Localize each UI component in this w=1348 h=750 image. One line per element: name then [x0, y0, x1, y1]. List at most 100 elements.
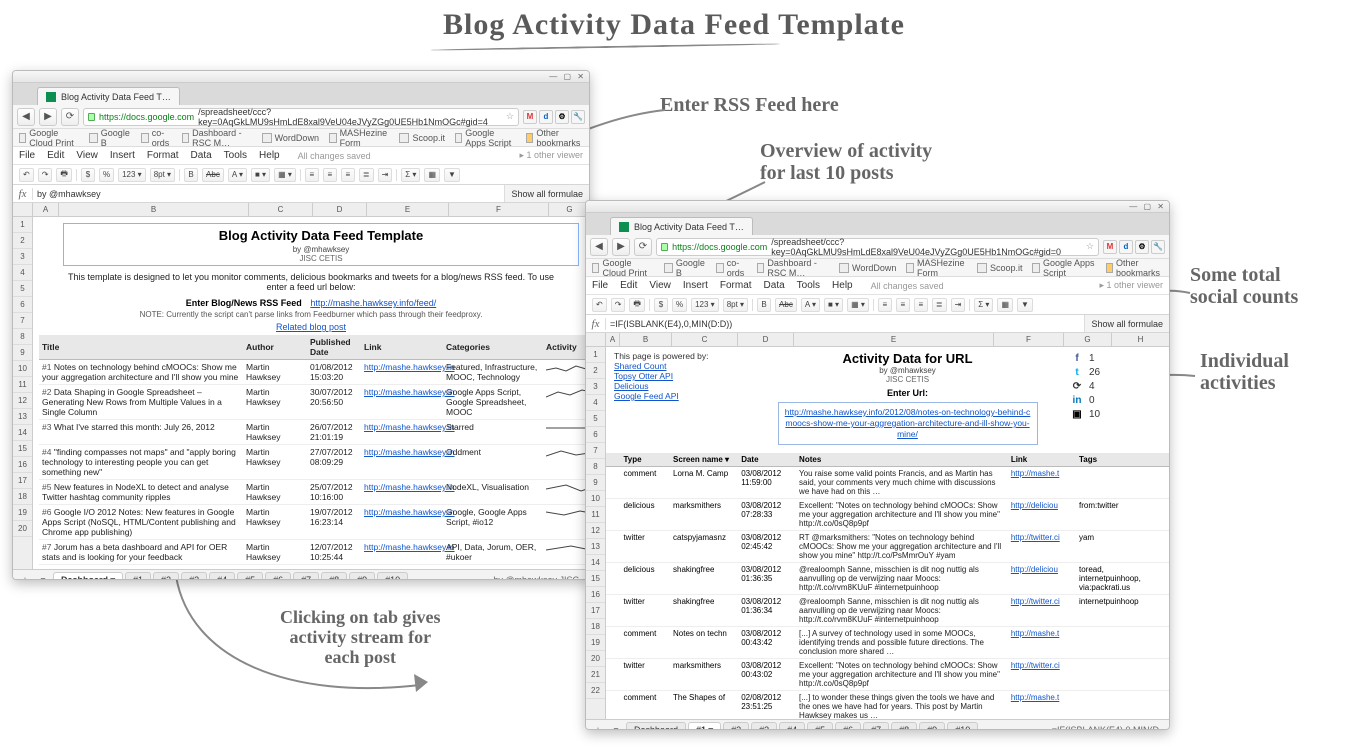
bookmark-item[interactable]: Dashboard - RSC M…	[182, 128, 252, 148]
other-bookmarks[interactable]: Other bookmarks	[526, 128, 583, 148]
tbtn[interactable]: ■ ▾	[824, 298, 843, 312]
tbtn[interactable]: ↷	[38, 168, 53, 182]
wrench-icon[interactable]: 🔧	[1151, 240, 1165, 254]
post-link[interactable]: http://mashe.hawksey.in	[364, 482, 455, 492]
sheet-tab[interactable]: #3	[751, 722, 777, 730]
sheet-tab[interactable]: #9	[919, 722, 945, 730]
feed-url-link[interactable]: http://mashe.hawksey.info/feed/	[310, 298, 436, 308]
wrench-icon[interactable]: 🔧	[571, 110, 585, 124]
tbtn[interactable]: ≡	[341, 168, 355, 182]
tbtn[interactable]: ↷	[611, 298, 626, 312]
post-link[interactable]: http://mashe.hawksey.in	[364, 507, 455, 517]
table-row[interactable]: twittershakingfree03/08/2012 01:36:34 @r…	[606, 595, 1169, 627]
ext-icon-2[interactable]: d	[539, 110, 553, 124]
menu-file[interactable]: File	[19, 150, 35, 161]
sheet-tab[interactable]: #8	[891, 722, 917, 730]
menu-data[interactable]: Data	[764, 280, 785, 291]
bookmark-item[interactable]: Dashboard - RSC M…	[757, 258, 829, 278]
table-row[interactable]: twittermarksmithers03/08/2012 00:43:02 E…	[606, 659, 1169, 691]
sheet-tab[interactable]: #1	[125, 572, 151, 580]
post-link[interactable]: http://mashe.hawksey.in	[364, 387, 455, 397]
table-row[interactable]: #7 Jorum has a beta dashboard and API fo…	[39, 540, 587, 565]
table-row[interactable]: twittercatspyjamasnz03/08/2012 02:45:42 …	[606, 531, 1169, 563]
ext-icon-3[interactable]: ⚙	[1135, 240, 1149, 254]
tbtn[interactable]: ↶	[592, 298, 607, 312]
post-link[interactable]: http://mashe.hawksey.in	[364, 422, 455, 432]
tbtn[interactable]: $	[81, 168, 95, 182]
related-post-link[interactable]: Related blog post	[276, 322, 346, 332]
tbtn[interactable]: ▦	[997, 298, 1013, 312]
tbtn[interactable]: 🖶	[56, 168, 72, 182]
add-sheet-button[interactable]: +	[590, 722, 606, 731]
tbtn[interactable]: ≡	[305, 168, 319, 182]
bookmark-item[interactable]: Scoop.it	[977, 263, 1023, 273]
bookmark-star-icon[interactable]: ☆	[1086, 241, 1094, 252]
post-link[interactable]: http://mashe.hawksey.in	[364, 362, 455, 372]
table-row[interactable]: commentNotes on techn03/08/2012 00:43:42…	[606, 627, 1169, 659]
powered-link[interactable]: Topsy Otter API	[614, 371, 744, 381]
tbtn[interactable]: B	[184, 168, 198, 182]
formula-input[interactable]: =IF(ISBLANK(E4),0,MIN(D:D))	[606, 319, 1084, 329]
sheet-tab[interactable]: #2	[723, 722, 749, 730]
bookmark-item[interactable]: Scoop.it	[399, 133, 445, 143]
sheet-tab[interactable]: Dashboard ▾	[53, 572, 123, 581]
ext-icon-1[interactable]: M	[1103, 240, 1117, 254]
th-author[interactable]: Author	[243, 335, 307, 360]
tbtn[interactable]: ≡	[323, 168, 337, 182]
tbtn[interactable]: Σ ▾	[401, 168, 420, 182]
tbtn[interactable]: B	[757, 298, 771, 312]
post-link[interactable]: http://mashe.hawksey.in	[364, 567, 455, 569]
table-row[interactable]: #4 "finding compasses not maps" and "app…	[39, 445, 587, 480]
sheet-tab[interactable]: #6	[265, 572, 291, 580]
tbtn[interactable]: ⇥	[378, 168, 393, 182]
tbtn[interactable]: ≡	[896, 298, 910, 312]
bookmark-item[interactable]: Google B	[89, 128, 131, 148]
menu-edit[interactable]: Edit	[620, 280, 637, 291]
bookmark-item[interactable]: WordDown	[262, 133, 319, 143]
tbtn[interactable]: A ▾	[228, 168, 247, 182]
window-controls[interactable]: — ▢ ✕	[546, 71, 589, 82]
bookmark-item[interactable]: MASHezine Form	[906, 258, 967, 278]
tbtn[interactable]: 8pt ▾	[150, 168, 175, 182]
tbtn[interactable]: A ▾	[801, 298, 820, 312]
post-link[interactable]: http://mashe.hawksey.in	[364, 542, 455, 552]
th-cats[interactable]: Categories	[443, 335, 543, 360]
tbtn[interactable]: ■ ▾	[251, 168, 270, 182]
bookmark-star-icon[interactable]: ☆	[506, 111, 514, 122]
activity-link[interactable]: http://mashe.t	[1011, 469, 1059, 478]
bookmark-item[interactable]: WordDown	[839, 263, 896, 273]
menu-insert[interactable]: Insert	[110, 150, 135, 161]
other-bookmarks[interactable]: Other bookmarks	[1106, 258, 1163, 278]
sheet-tab[interactable]: #4	[209, 572, 235, 580]
activity-link[interactable]: http://twitter.ci	[1011, 597, 1060, 606]
tbtn[interactable]: Abc	[202, 168, 224, 182]
forward-button[interactable]: ▶	[39, 108, 57, 126]
table-row[interactable]: commentThe Shapes of02/08/2012 23:51:25 …	[606, 691, 1169, 720]
activity-link[interactable]: http://mashe.t	[1011, 693, 1059, 702]
menu-insert[interactable]: Insert	[683, 280, 708, 291]
back-button[interactable]: ◀	[17, 108, 35, 126]
bookmark-item[interactable]: co-ords	[716, 258, 747, 278]
sheet-tab[interactable]: #5	[237, 572, 263, 580]
sheet-tab[interactable]: #4	[779, 722, 805, 730]
reload-button[interactable]: ⟳	[61, 108, 79, 126]
add-sheet-button[interactable]: +	[17, 572, 33, 581]
th-name[interactable]: Screen name ▾	[670, 453, 738, 467]
sheet-tab[interactable]: #8	[321, 572, 347, 580]
menu-tools[interactable]: Tools	[797, 280, 820, 291]
reload-button[interactable]: ⟳	[634, 238, 652, 256]
sheet-tab[interactable]: #7	[863, 722, 889, 730]
bookmark-item[interactable]: Google Apps Script	[1032, 258, 1095, 278]
tbtn[interactable]: %	[99, 168, 114, 182]
tbtn[interactable]: ≣	[932, 298, 947, 312]
table-row[interactable]: #2 Data Shaping in Google Spreadsheet – …	[39, 385, 587, 420]
activity-link[interactable]: http://twitter.ci	[1011, 533, 1060, 542]
th-link[interactable]: Link	[361, 335, 443, 360]
table-row[interactable]: #8 Quick play with carrot2 for clusterin…	[39, 565, 587, 570]
forward-button[interactable]: ▶	[612, 238, 630, 256]
tbtn[interactable]: ▼	[444, 168, 460, 182]
activity-url[interactable]: http://mashe.hawksey.info/2012/08/notes-…	[785, 407, 1031, 439]
table-row[interactable]: #6 Google I/O 2012 Notes: New features i…	[39, 505, 587, 540]
tbtn[interactable]: ⇥	[951, 298, 966, 312]
tbtn[interactable]: ▦	[424, 168, 440, 182]
